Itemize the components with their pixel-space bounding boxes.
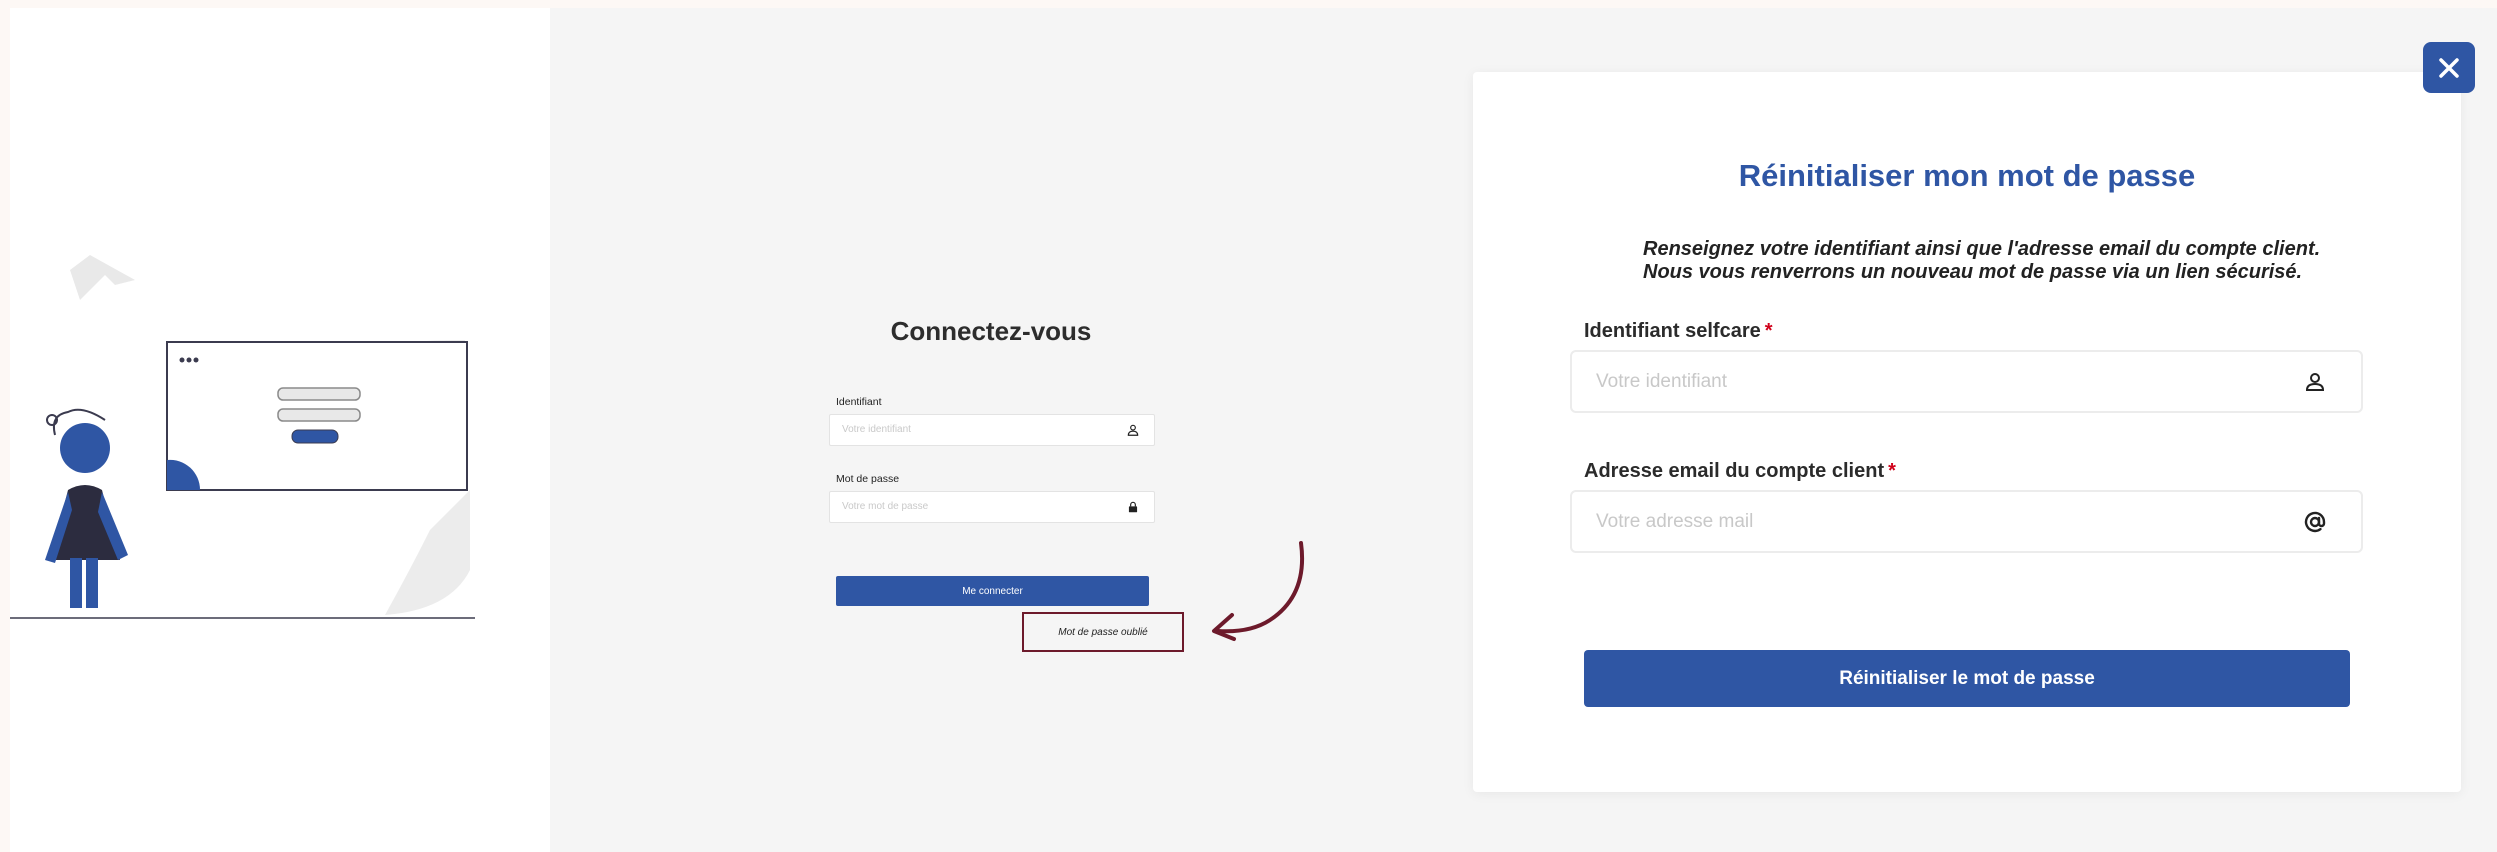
identifiant-label: Identifiant xyxy=(836,396,882,408)
user-icon xyxy=(1127,424,1139,436)
modal-description-line2: Nous vous renverrons un nouveau mot de p… xyxy=(1643,261,2303,283)
email-label: Adresse email du compte client * xyxy=(1584,460,1896,482)
forgot-password-link[interactable]: Mot de passe oublié xyxy=(1022,612,1184,652)
login-title: Connectez-vous xyxy=(890,316,1092,346)
modal-title: Réinitialiser mon mot de passe xyxy=(1738,158,2196,193)
close-button[interactable] xyxy=(2423,42,2475,93)
required-marker: * xyxy=(1764,320,1773,342)
modal-description-line1: Renseignez votre identifiant ainsi que l… xyxy=(1643,238,2321,260)
modal-description: Renseignez votre identifiant ainsi que l… xyxy=(1643,238,2343,284)
password-label: Mot de passe xyxy=(836,473,900,485)
pointer-arrow-icon xyxy=(1212,541,1304,641)
password-placeholder: Votre mot de passe xyxy=(842,501,929,512)
login-button[interactable]: Me connecter xyxy=(836,576,1149,606)
reset-password-button[interactable]: Réinitialiser le mot de passe xyxy=(1584,650,2350,707)
user-icon xyxy=(2305,373,2325,391)
identifiant-placeholder: Votre identifiant xyxy=(842,424,911,435)
identifiant-field[interactable]: Votre identifiant xyxy=(829,414,1155,446)
forgot-password-label: Mot de passe oublié xyxy=(1058,626,1148,638)
password-field[interactable]: Votre mot de passe xyxy=(829,491,1155,523)
login-illustration xyxy=(10,255,475,619)
identifiant-selfcare-label: Identifiant selfcare * xyxy=(1584,320,1773,342)
lock-icon xyxy=(1128,501,1138,513)
reset-password-modal: Réinitialiser mon mot de passe Renseigne… xyxy=(1473,72,2461,792)
required-marker: * xyxy=(1888,460,1896,482)
email-input[interactable] xyxy=(1570,490,2363,553)
identifiant-selfcare-input[interactable] xyxy=(1570,350,2363,413)
at-sign-icon xyxy=(2304,511,2326,533)
close-icon xyxy=(2439,57,2459,78)
